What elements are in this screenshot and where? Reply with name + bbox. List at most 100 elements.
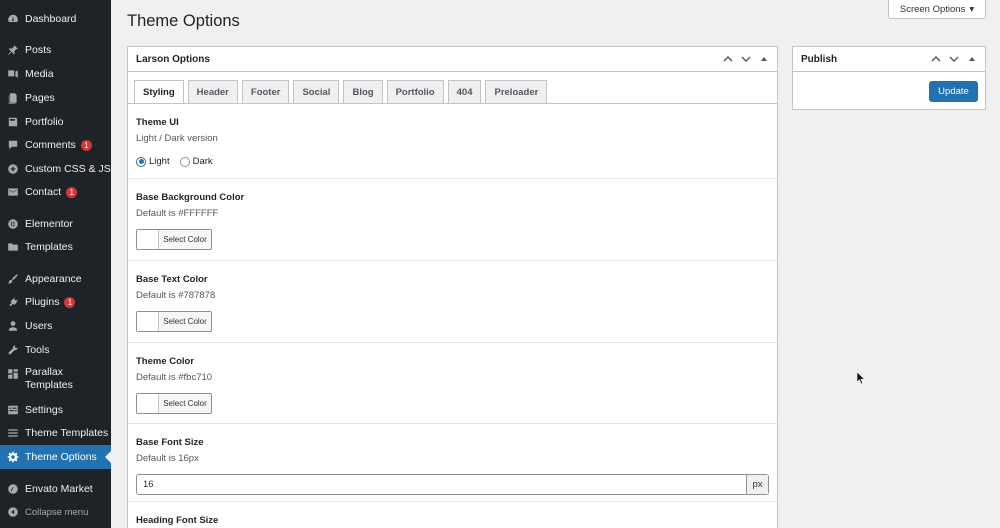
- comment-icon: [6, 139, 19, 152]
- select-color-button[interactable]: Select Color: [136, 229, 212, 250]
- heading-font-size-field: Heading Font Size: [128, 502, 777, 528]
- sidebar-item-label: Pages: [25, 91, 55, 104]
- sidebar-item-elementor[interactable]: Elementor: [0, 217, 111, 231]
- sidebar-item-theme-options[interactable]: Theme Options: [0, 445, 111, 469]
- font-size-input[interactable]: 16 px: [136, 474, 769, 495]
- update-button[interactable]: Update: [929, 81, 978, 102]
- theme-ui-radio-group: Light Dark: [136, 156, 777, 167]
- sidebar-item-label: Collapse menu: [25, 506, 89, 518]
- tab-blog[interactable]: Blog: [343, 80, 383, 104]
- sidebar-item-posts[interactable]: Posts: [0, 43, 111, 57]
- sidebar-item-label: Theme Options: [25, 450, 97, 463]
- sidebar-item-label: Parallax Templates: [25, 366, 73, 391]
- sidebar-item-label: Templates: [25, 240, 73, 253]
- sidebar-item-parallax-templates[interactable]: Parallax Templates: [0, 366, 111, 394]
- sidebar-item-label: Appearance: [25, 272, 82, 285]
- sidebar-item-appearance[interactable]: Appearance: [0, 272, 111, 286]
- sidebar-item-contact[interactable]: Contact 1: [0, 185, 111, 199]
- field-title: Base Background Color: [136, 192, 245, 203]
- tab-header[interactable]: Header: [187, 80, 238, 104]
- sidebar-item-label: Theme Templates: [25, 426, 109, 439]
- field-description: Default is #FFFFFF: [136, 208, 219, 219]
- bg-color-field: Base Background Color Default is #FFFFFF…: [128, 179, 777, 261]
- radio-light[interactable]: Light: [136, 156, 170, 167]
- sidebar-item-label: Settings: [25, 403, 63, 416]
- tab-styling[interactable]: Styling: [134, 80, 184, 104]
- panel-header: Larson Options: [128, 47, 777, 72]
- tab-preloader[interactable]: Preloader: [485, 80, 548, 104]
- mouse-cursor-icon: [857, 372, 865, 384]
- options-tabs: Styling Header Footer Social Blog Portfo…: [134, 80, 548, 104]
- radio-label: Dark: [192, 156, 213, 167]
- color-swatch: [137, 230, 159, 249]
- plugin-icon: [6, 296, 19, 309]
- field-description: Default is #787878: [136, 290, 216, 301]
- sidebar-item-label: Media: [25, 67, 54, 80]
- grid-icon: [6, 367, 19, 380]
- screen-options-button[interactable]: Screen Options ▾: [888, 0, 986, 19]
- user-icon: [6, 320, 19, 333]
- sidebar-item-settings[interactable]: Settings: [0, 403, 111, 417]
- font-size-value[interactable]: 16: [137, 475, 746, 494]
- sidebar-item-comments[interactable]: Comments 1: [0, 138, 111, 152]
- settings-icon: [6, 404, 19, 417]
- dashboard-icon: [6, 13, 19, 26]
- media-icon: [6, 68, 19, 81]
- plugins-count-badge: 1: [64, 296, 76, 308]
- admin-sidebar: Dashboard Posts Media Pages Portfolio Co…: [0, 0, 111, 528]
- sidebar-item-tools[interactable]: Tools: [0, 343, 111, 357]
- radio-checked-icon[interactable]: [136, 156, 146, 167]
- toggle-panel-icon[interactable]: [967, 54, 977, 64]
- theme-ui-field: Theme UI Light / Dark version Light Dark: [128, 104, 777, 179]
- sidebar-item-label: Custom CSS & JS: [25, 162, 111, 175]
- sidebar-item-label: Comments: [25, 138, 76, 151]
- sidebar-item-envato-market[interactable]: Envato Market: [0, 482, 111, 496]
- sidebar-item-pages[interactable]: Pages: [0, 91, 111, 105]
- radio-label: Light: [149, 156, 170, 167]
- envato-icon: [6, 483, 19, 496]
- sidebar-item-label: Tools: [25, 343, 50, 356]
- sidebar-item-custom-css-js[interactable]: Custom CSS & JS: [0, 162, 111, 176]
- move-down-icon[interactable]: [741, 54, 751, 64]
- tab-portfolio[interactable]: Portfolio: [386, 80, 444, 104]
- page-title: Theme Options: [127, 12, 240, 30]
- sidebar-item-media[interactable]: Media: [0, 67, 111, 81]
- sidebar-item-label: Elementor: [25, 217, 73, 230]
- sidebar-item-label: Envato Market: [25, 482, 93, 495]
- radio-dark[interactable]: Dark: [179, 156, 213, 167]
- tab-social[interactable]: Social: [293, 80, 340, 104]
- collapse-menu-button[interactable]: Collapse menu: [0, 505, 111, 519]
- sidebar-item-portfolio[interactable]: Portfolio: [0, 115, 111, 129]
- field-title: Theme UI: [136, 117, 179, 128]
- radio-unchecked-icon[interactable]: [179, 156, 190, 167]
- field-description: Default is 16px: [136, 453, 199, 464]
- portfolio-icon: [6, 116, 19, 129]
- sidebar-item-theme-templates[interactable]: Theme Templates: [0, 426, 111, 440]
- move-up-icon[interactable]: [723, 54, 733, 64]
- select-color-label: Select Color: [163, 235, 207, 244]
- larson-options-panel: Larson Options Styling Header Footer Soc…: [127, 46, 778, 528]
- panel-controls: [931, 54, 977, 64]
- unit-addon: px: [746, 475, 768, 494]
- screen-options-label: Screen Options: [899, 3, 966, 15]
- toggle-panel-icon[interactable]: [759, 54, 769, 64]
- select-color-button[interactable]: Select Color: [136, 393, 212, 414]
- text-color-field: Base Text Color Default is #787878 Selec…: [128, 261, 777, 343]
- select-color-button[interactable]: Select Color: [136, 311, 212, 332]
- tab-footer[interactable]: Footer: [241, 80, 290, 104]
- field-description: Default is #fbc710: [136, 372, 213, 383]
- sidebar-item-label: Portfolio: [25, 115, 64, 128]
- wrench-icon: [6, 344, 19, 357]
- tab-404[interactable]: 404: [447, 80, 482, 104]
- pin-icon: [6, 44, 19, 57]
- sidebar-item-users[interactable]: Users: [0, 319, 111, 333]
- sidebar-item-dashboard[interactable]: Dashboard: [0, 12, 111, 26]
- sidebar-item-plugins[interactable]: Plugins 1: [0, 295, 111, 309]
- color-swatch: [137, 394, 159, 413]
- move-down-icon[interactable]: [949, 54, 959, 64]
- sidebar-item-templates[interactable]: Templates: [0, 240, 111, 254]
- move-up-icon[interactable]: [931, 54, 941, 64]
- color-swatch: [137, 312, 159, 331]
- field-title: Theme Color: [136, 356, 195, 367]
- select-color-label: Select Color: [163, 317, 207, 326]
